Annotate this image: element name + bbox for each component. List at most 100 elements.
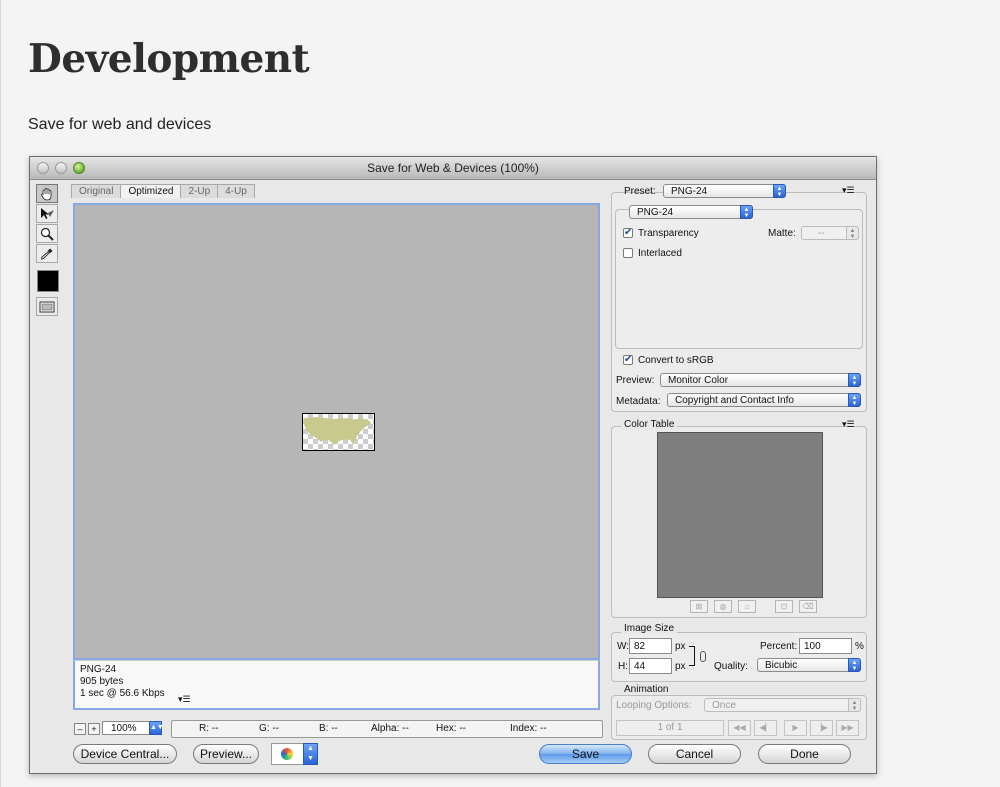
image-thumbnail (302, 413, 375, 451)
quality-stepper-icon: ▲ ▼ (848, 658, 861, 672)
height-input[interactable]: 44 (629, 658, 672, 674)
zoom-in-button[interactable]: + (88, 723, 100, 735)
preset-select[interactable]: PNG-24 ▲ ▼ (663, 184, 786, 198)
readout-blue: B: -- (319, 723, 338, 734)
first-frame-icon[interactable]: ◀◀ (728, 720, 751, 736)
readout-hex: Hex: -- (436, 723, 466, 734)
looping-value: Once (712, 700, 736, 711)
looping-stepper-icon: ▲ ▼ (848, 698, 861, 712)
save-for-web-dialog: Save for Web & Devices (100%) Original O… (29, 156, 877, 774)
hand-icon[interactable] (36, 184, 58, 203)
zoom-icon[interactable] (36, 224, 58, 243)
format-value: PNG-24 (637, 207, 674, 218)
convert-srgb-checkbox[interactable]: ✔ (623, 355, 633, 365)
image-size-title: Image Size (621, 623, 678, 634)
page: Development Save for web and devices Sav… (0, 0, 1000, 787)
lock-color-icon[interactable]: ⌂ (738, 600, 756, 613)
preview-button[interactable]: Preview... (193, 744, 259, 764)
browser-icon (281, 748, 293, 760)
status-download-speed: 1 sec @ 56.6 Kbps (80, 688, 165, 699)
width-unit: px (675, 641, 686, 652)
done-button[interactable]: Done (758, 744, 851, 764)
web-shift-icon[interactable]: ◍ (714, 600, 732, 613)
zoom-level-value: 100% (111, 723, 137, 734)
map-color-icon[interactable]: ⊠ (690, 600, 708, 613)
frame-counter: 1 of 1 (616, 720, 724, 736)
play-icon[interactable]: ▶ (784, 720, 807, 736)
eyedropper-icon[interactable] (36, 244, 58, 263)
device-central-button[interactable]: Device Central... (73, 744, 177, 764)
readout-red: R: -- (199, 723, 219, 734)
looping-select[interactable]: Once ▲ ▼ (704, 698, 861, 712)
toggle-slices-icon[interactable] (36, 297, 58, 316)
tab-original[interactable]: Original (71, 184, 122, 198)
browser-preview-select[interactable]: ▲ ▼ (271, 743, 318, 765)
preview-mode-value: Monitor Color (668, 375, 729, 386)
width-label: W: (617, 641, 630, 652)
readout-green: G: -- (259, 723, 279, 734)
metadata-stepper-icon: ▲ ▼ (848, 393, 861, 407)
interlaced-label: Interlaced (638, 248, 682, 259)
settings-menu-icon[interactable]: ▾☰ (842, 185, 855, 196)
readout-alpha: Alpha: -- (371, 723, 409, 734)
status-format: PNG-24 (80, 664, 117, 675)
preset-label: Preset: (624, 186, 656, 197)
color-table-swatches[interactable] (657, 432, 823, 598)
percent-input[interactable]: 100 (799, 638, 852, 654)
metadata-select[interactable]: Copyright and Contact Info ▲ ▼ (667, 393, 861, 407)
height-label: H: (618, 661, 628, 672)
info-bar: – + 100% ▲▼ R: -- G: -- B: -- Alpha: -- … (69, 720, 603, 738)
cancel-button[interactable]: Cancel (648, 744, 741, 764)
tab-4-up[interactable]: 4-Up (217, 184, 255, 198)
delete-color-icon[interactable]: ⌫ (799, 600, 817, 613)
preview-mode-stepper-icon: ▲ ▼ (848, 373, 861, 387)
interlaced-checkbox[interactable] (623, 248, 633, 258)
new-color-icon[interactable]: ⊡ (775, 600, 793, 613)
preview-mode-select[interactable]: Monitor Color ▲ ▼ (660, 373, 861, 387)
percent-unit: % (855, 641, 864, 652)
preset-value: PNG-24 (671, 186, 708, 197)
format-select[interactable]: PNG-24 ▲ ▼ (629, 205, 753, 219)
slice-select-icon[interactable] (36, 204, 58, 223)
tab-optimized[interactable]: Optimized (120, 184, 182, 198)
convert-srgb-label: Convert to sRGB (638, 355, 714, 366)
looping-label: Looping Options: (616, 700, 692, 711)
tab-2-up[interactable]: 2-Up (180, 184, 219, 198)
quality-value: Bicubic (765, 660, 798, 671)
readout-index: Index: -- (510, 723, 547, 734)
matte-select[interactable]: -- ▲ ▼ (801, 226, 859, 240)
preview-mode-label: Preview: (616, 375, 655, 386)
page-title: Development (28, 36, 310, 82)
format-stepper-icon: ▲ ▼ (740, 205, 753, 219)
previous-frame-icon[interactable]: ◀▏ (754, 720, 777, 736)
zoom-level-select[interactable]: 100% ▲▼ (102, 721, 164, 735)
dialog-titlebar[interactable]: Save for Web & Devices (100%) (30, 157, 876, 180)
zoom-stepper-icon[interactable]: ▲▼ (149, 721, 164, 735)
matte-stepper-icon: ▲ ▼ (846, 226, 859, 240)
eyedropper-color-swatch[interactable] (37, 270, 59, 292)
percent-label: Percent: (760, 641, 798, 652)
dialog-title: Save for Web & Devices (100%) (367, 161, 539, 175)
metadata-label: Metadata: (616, 396, 661, 407)
zoom-out-button[interactable]: – (74, 723, 86, 735)
quality-label: Quality: (714, 661, 748, 672)
next-frame-icon[interactable]: ▕▶ (810, 720, 833, 736)
color-table-menu-icon[interactable]: ▾☰ (842, 419, 855, 430)
transparency-checkbox[interactable]: ✔ (623, 228, 633, 238)
speed-menu-icon[interactable]: ▾☰ (178, 693, 191, 705)
us-map-image (304, 417, 371, 445)
width-input[interactable]: 82 (629, 638, 672, 654)
chain-link-icon[interactable] (700, 651, 706, 662)
browser-stepper-icon[interactable]: ▲ ▼ (303, 743, 318, 765)
color-readout: R: -- G: -- B: -- Alpha: -- Hex: -- Inde… (171, 720, 603, 738)
preset-stepper-icon: ▲ ▼ (773, 184, 786, 198)
transparency-label: Transparency (638, 228, 699, 239)
preview-canvas[interactable] (73, 203, 600, 660)
matte-value: -- (818, 228, 825, 239)
status-file-size: 905 bytes (80, 676, 124, 687)
quality-select[interactable]: Bicubic ▲ ▼ (757, 658, 861, 672)
last-frame-icon[interactable]: ▶▶ (836, 720, 859, 736)
height-unit: px (675, 661, 686, 672)
save-button[interactable]: Save (539, 744, 632, 764)
matte-label: Matte: (768, 228, 796, 239)
